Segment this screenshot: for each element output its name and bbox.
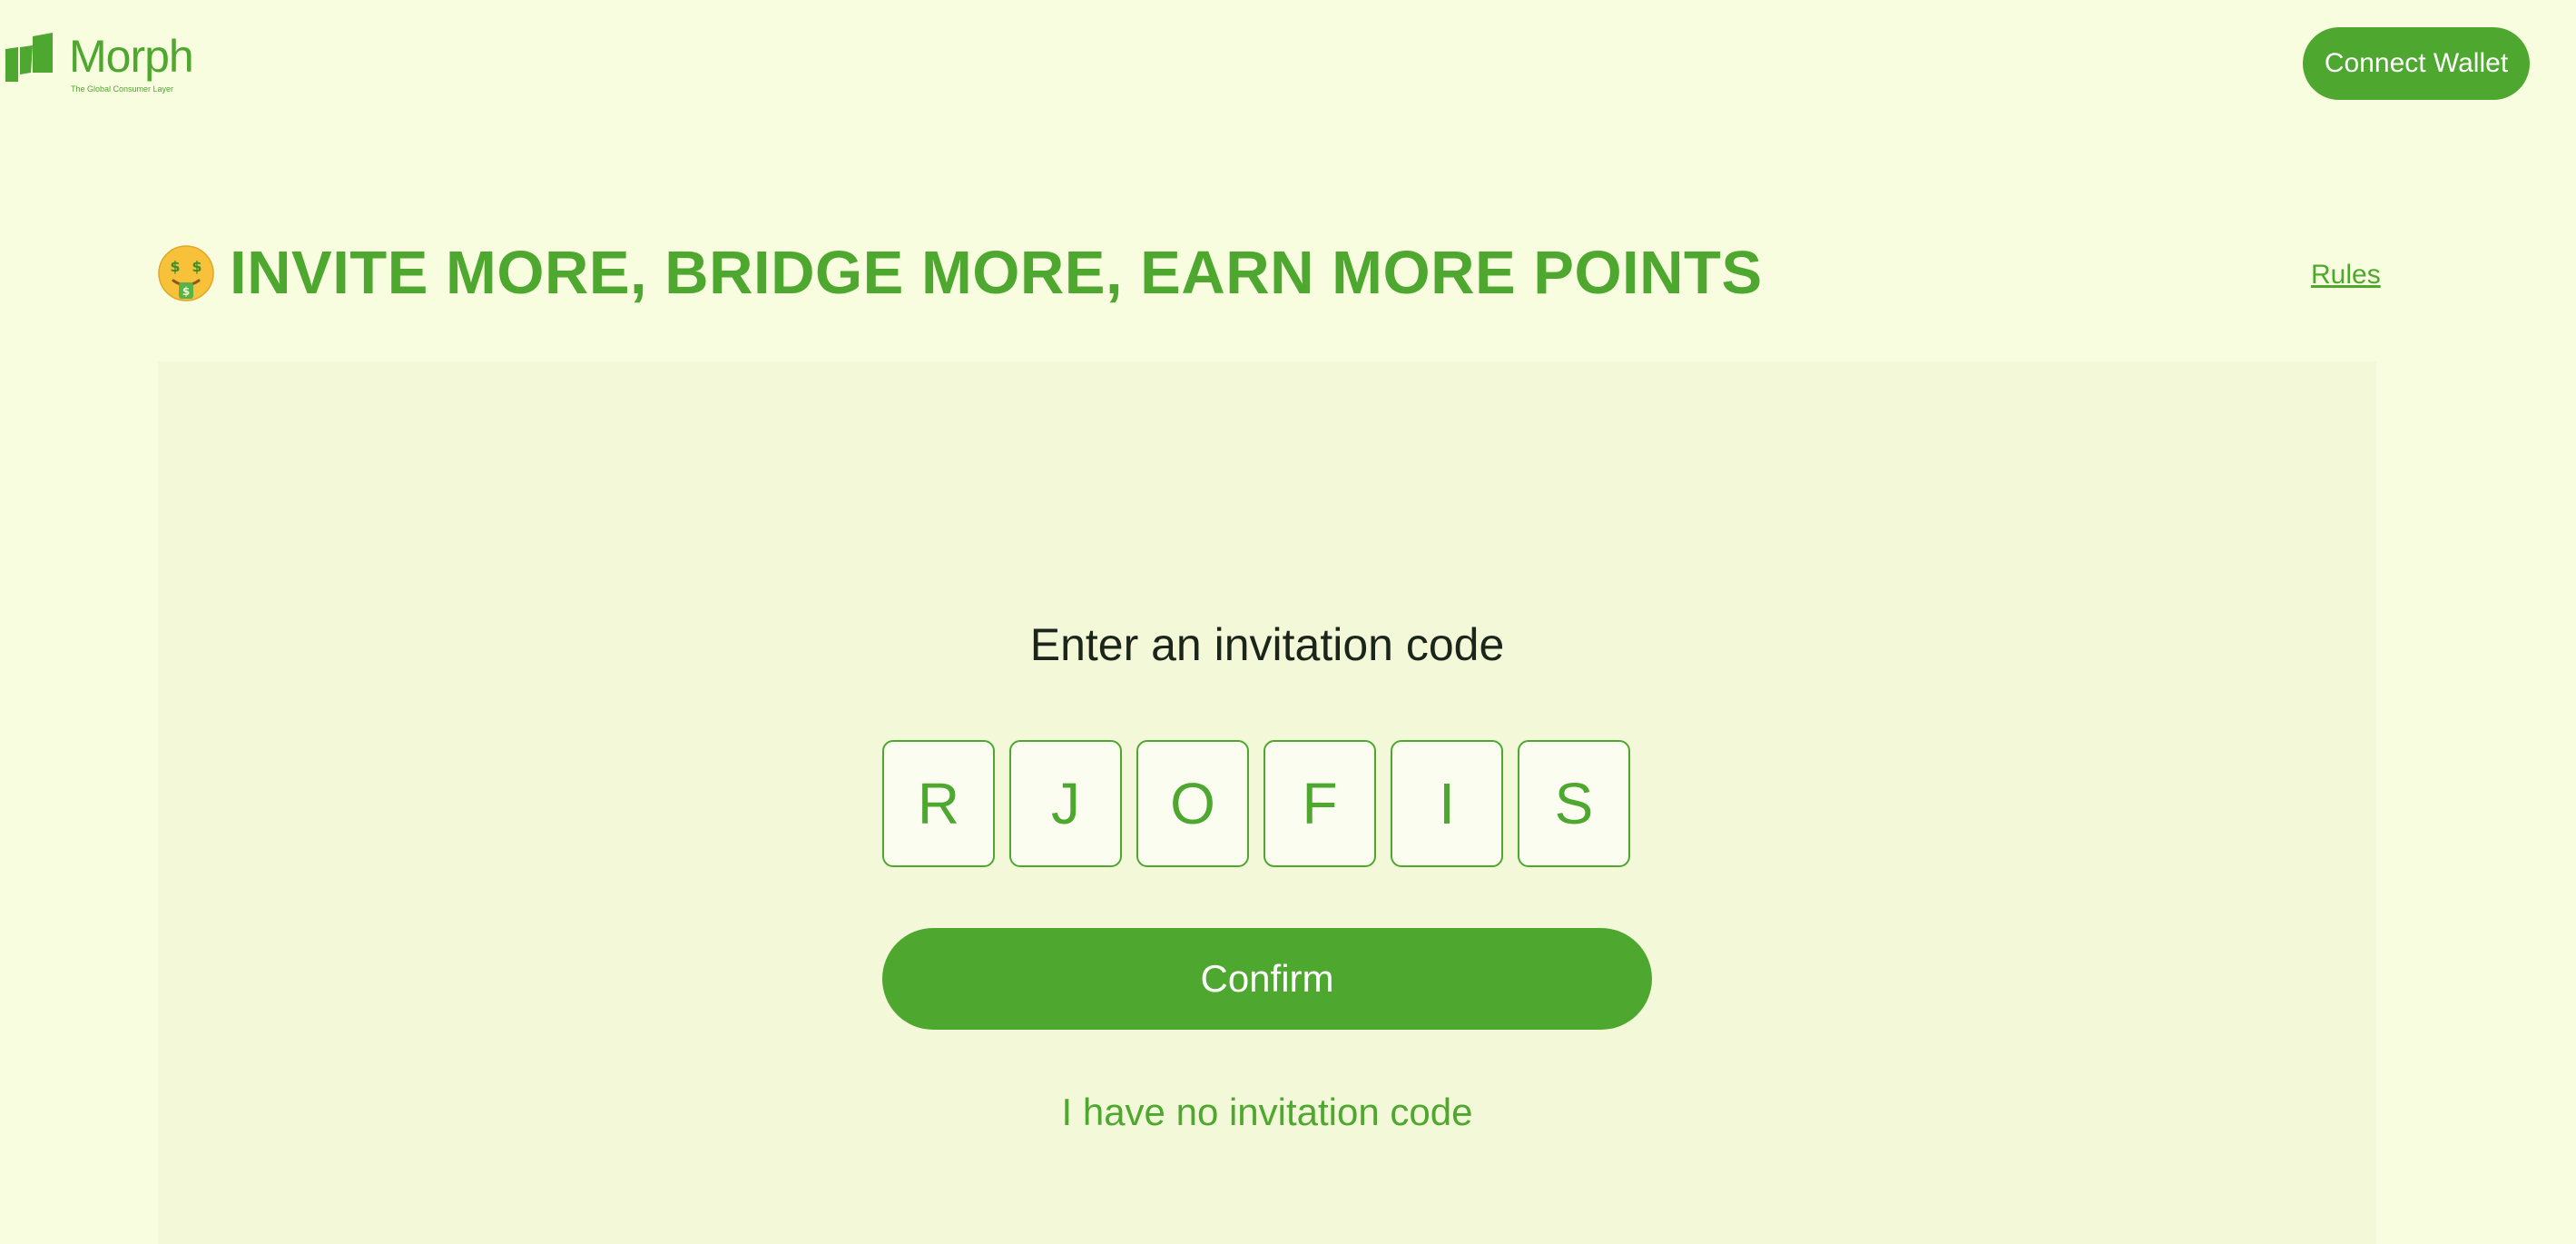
no-invitation-code-link[interactable]: I have no invitation code (158, 1091, 2376, 1134)
money-mouth-face-icon: $ $ $ (158, 244, 214, 301)
confirm-button[interactable]: Confirm (882, 928, 1652, 1030)
code-char-input[interactable]: R (882, 740, 995, 867)
code-char-input[interactable]: O (1136, 740, 1249, 867)
title-row: $ $ $ INVITE MORE, BRIDGE MORE, EARN MOR… (157, 238, 1763, 308)
invitation-heading: Enter an invitation code (1029, 619, 1505, 670)
svg-text:$: $ (192, 258, 202, 275)
code-char-input[interactable]: F (1263, 740, 1376, 867)
svg-text:$: $ (182, 285, 190, 298)
svg-text:$: $ (170, 258, 180, 275)
page-title: INVITE MORE, BRIDGE MORE, EARN MORE POIN… (230, 239, 1763, 307)
morph-logo[interactable]: Morph The Global Consumer Layer (5, 31, 194, 94)
code-char-input[interactable]: S (1518, 740, 1630, 867)
rules-link[interactable]: Rules (2311, 260, 2381, 291)
logo-tagline: The Global Consumer Layer (71, 84, 174, 94)
invitation-code-inputs: R J O F I S (882, 740, 1630, 867)
connect-wallet-button[interactable]: Connect Wallet (2303, 27, 2530, 100)
invitation-panel: Enter an invitation code R J O F I S Con… (158, 361, 2376, 1244)
logo-wordmark: Morph (69, 31, 194, 82)
morph-logo-icon (5, 33, 53, 82)
code-char-input[interactable]: J (1009, 740, 1122, 867)
logo-text: Morph The Global Consumer Layer (69, 31, 194, 94)
code-char-input[interactable]: I (1391, 740, 1503, 867)
